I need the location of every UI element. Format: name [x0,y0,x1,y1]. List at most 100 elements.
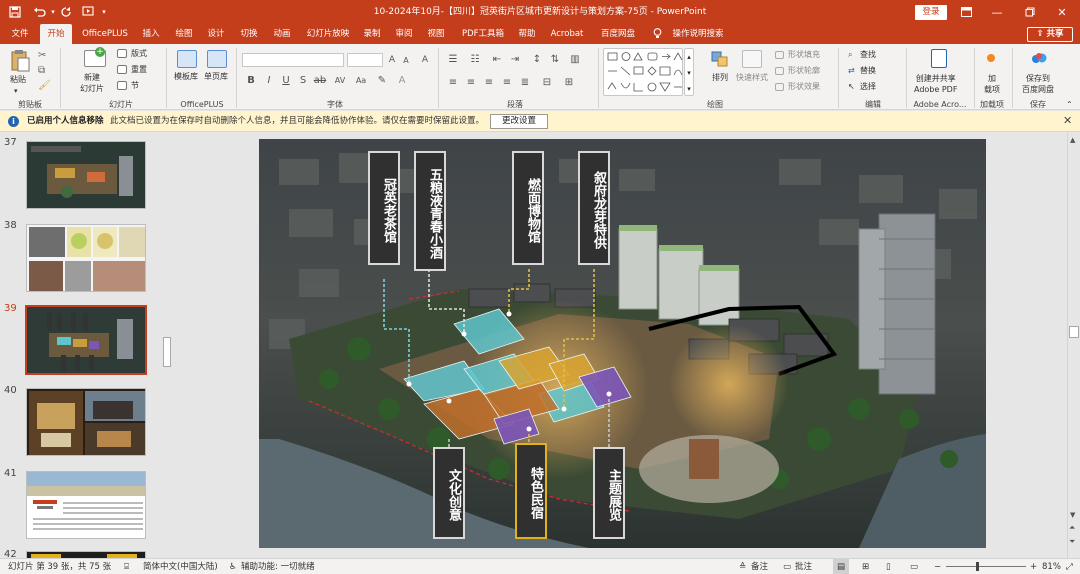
tab-slideshow[interactable]: 幻灯片放映 [301,24,355,44]
customize-qat-icon[interactable]: ▾ [98,0,110,24]
tab-officeplus[interactable]: OfficePLUS [77,24,133,44]
change-case-icon[interactable]: Aa [354,75,368,87]
restore-icon[interactable] [1022,0,1038,24]
tab-file[interactable]: 文件 [6,24,34,44]
section-button[interactable]: 节 [131,81,139,91]
fit-to-window-icon[interactable]: ⤢ [1066,559,1073,574]
shape-effects-button[interactable]: 形状效果 [788,82,820,92]
login-button[interactable]: 登录 [915,5,947,20]
justify-icon[interactable]: ≡ [500,77,514,89]
tab-home[interactable]: 开始 [40,24,72,44]
change-settings-button[interactable]: 更改设置 [490,114,548,129]
save-baidu-button[interactable]: 保存到 百度网盘 [1022,73,1054,95]
slide-39[interactable]: 冠英老茶馆 五粮液青春小酒 燃面博物馆 叙府龙芽特供 文化创意 特色民宿 主题展… [259,139,986,548]
accessibility-status[interactable]: 辅助功能: 一切就绪 [241,559,315,574]
create-adobe-pdf-button[interactable]: 创建并共享 Adobe PDF [914,73,957,95]
close-info-icon[interactable]: ✕ [1063,114,1072,127]
tab-animations[interactable]: 动画 [268,24,296,44]
save-icon[interactable] [6,0,24,24]
prev-slide-icon[interactable]: ⏶ [1069,523,1075,533]
slideshow-view-icon[interactable]: ▭ [910,559,918,574]
font-color-icon[interactable]: A [396,75,408,87]
grow-font-icon[interactable]: A [386,54,398,66]
tell-me-search[interactable]: 操作说明搜索 [668,24,728,44]
strikethrough-icon[interactable]: ab [313,75,327,87]
scroll-up-icon[interactable]: ▲ [1070,136,1075,144]
select-button[interactable]: 选择 [860,82,876,92]
text-direction-icon[interactable]: ⇅ [548,54,562,66]
template-library-icon[interactable] [177,50,197,68]
replace-button[interactable]: 替换 [860,66,876,76]
scroll-thumb[interactable] [1069,326,1079,338]
paste-label[interactable]: 粘贴 [10,75,26,85]
reset-button[interactable]: 重置 [131,65,147,75]
tab-draw[interactable]: 绘图 [170,24,198,44]
shape-fill-button[interactable]: 形状填充 [788,50,820,60]
minimize-icon[interactable]: — [989,0,1005,24]
find-button[interactable]: 查找 [860,50,876,60]
addins-icon[interactable] [987,54,995,62]
tab-pdf-toolbox[interactable]: PDF工具箱 [454,24,512,44]
close-icon[interactable]: ✕ [1054,0,1070,24]
single-page-library-icon[interactable] [207,50,227,68]
zoom-out-icon[interactable]: − [934,559,941,574]
template-library-button[interactable]: 模板库 [174,72,198,82]
numbering-icon[interactable]: ☷ [468,54,482,66]
scroll-down-icon[interactable]: ▼ [1070,511,1075,519]
thumbnail-scroll-thumb[interactable] [163,337,171,367]
slide-sorter-icon[interactable]: ⊞ [862,559,869,574]
tab-transitions[interactable]: 切换 [235,24,263,44]
smartart-icon[interactable]: ⊞ [562,77,576,89]
paste-icon[interactable] [10,48,30,72]
tab-design[interactable]: 设计 [202,24,230,44]
vertical-scrollbar[interactable]: ▲ ▼ ⏶ ⏷ [1067,133,1080,558]
collapse-ribbon-icon[interactable]: ⌃ [1066,100,1073,110]
redo-icon[interactable] [58,0,74,24]
distributed-icon[interactable]: ≣ [518,77,532,89]
share-button[interactable]: ⇪ 共享 [1027,27,1073,42]
zoom-slider-track[interactable] [946,566,1026,567]
tab-insert[interactable]: 插入 [137,24,165,44]
notes-button[interactable]: 备注 [751,559,768,574]
underline-icon[interactable]: U [280,75,292,87]
shapes-scroll[interactable]: ▴ ▾ ▾ [684,48,694,96]
zoom-in-icon[interactable]: + [1030,559,1037,574]
baidu-cloud-icon[interactable] [1030,51,1048,65]
shapes-gallery[interactable] [603,48,683,96]
zoom-level[interactable]: 81% [1042,559,1061,574]
font-name-select[interactable] [242,53,344,67]
shape-outline-button[interactable]: 形状轮廓 [788,66,820,76]
layout-button[interactable]: 版式 [131,49,147,59]
tab-review[interactable]: 审阅 [390,24,418,44]
next-slide-icon[interactable]: ⏷ [1069,537,1075,547]
align-text-icon[interactable]: ⊟ [540,77,554,89]
slide-thumbnail-38[interactable] [26,224,146,292]
cut-icon[interactable]: ✂ [38,50,48,61]
single-page-library-button[interactable]: 单页库 [204,72,228,82]
undo-dropdown-icon[interactable]: ▾ [48,0,58,24]
tab-baidu[interactable]: 百度网盘 [593,24,643,44]
slideshow-start-icon[interactable] [80,0,96,24]
tab-record[interactable]: 录制 [358,24,386,44]
align-left-icon[interactable]: ≡ [446,77,460,89]
quick-styles-icon[interactable] [742,50,762,68]
columns-icon[interactable]: ▥ [568,54,582,66]
align-center-icon[interactable]: ≡ [464,77,478,89]
arrange-icon[interactable] [710,50,730,68]
arrange-button[interactable]: 排列 [712,73,728,83]
paste-dropdown-icon[interactable]: ▾ [14,86,18,96]
slide-thumbnail-37[interactable] [26,141,146,209]
new-slide-icon[interactable]: + [84,47,106,67]
tab-help[interactable]: 帮助 [513,24,541,44]
comments-button[interactable]: 批注 [795,559,812,574]
undo-icon[interactable] [30,0,48,24]
increase-indent-icon[interactable]: ⇥ [508,54,522,66]
new-slide-button[interactable]: 新建 幻灯片 [80,72,104,94]
adobe-pdf-icon[interactable] [931,49,947,68]
highlight-icon[interactable]: ✎ [376,75,388,87]
font-size-select[interactable] [347,53,383,67]
language-indicator[interactable]: 简体中文(中国大陆) [143,559,218,574]
quick-styles-button[interactable]: 快速样式 [736,73,768,83]
slide-thumbnail-40[interactable] [26,388,146,456]
ribbon-display-icon[interactable] [958,0,974,24]
